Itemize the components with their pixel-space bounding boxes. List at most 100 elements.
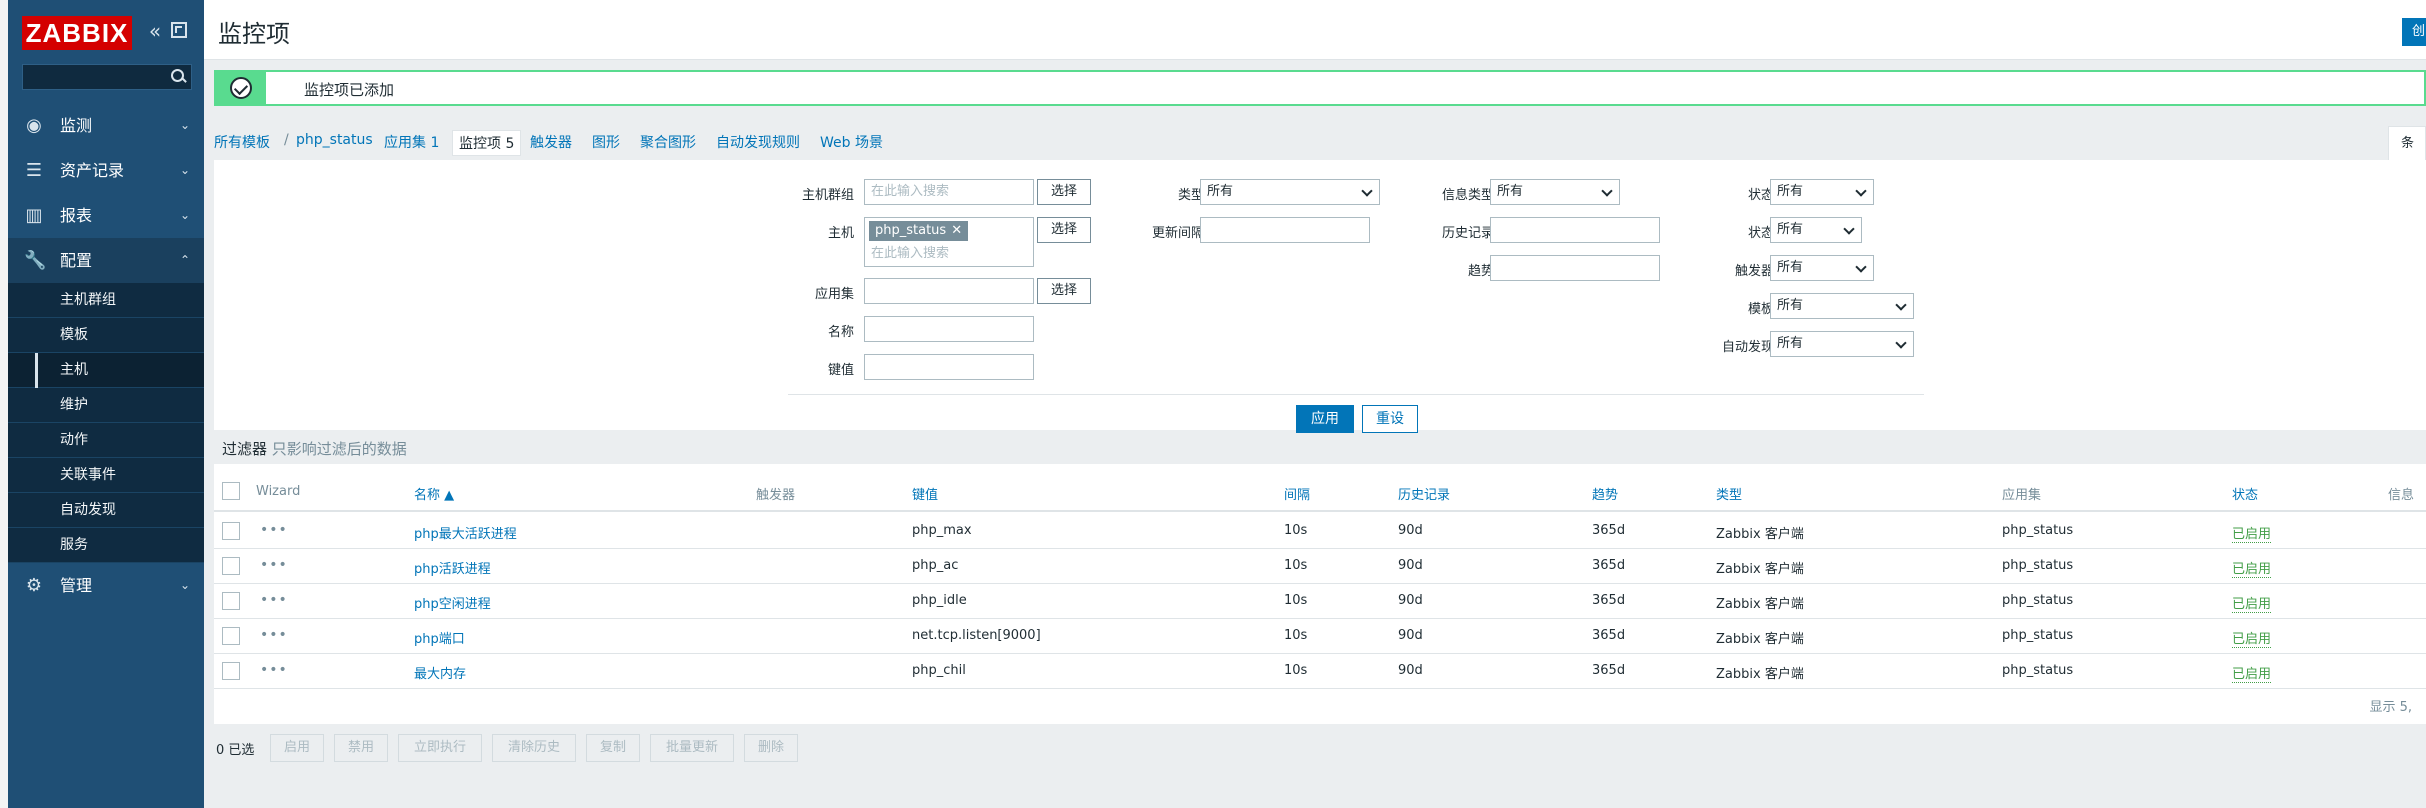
more-options-icon[interactable]: ••• <box>260 522 288 538</box>
row-checkbox[interactable] <box>222 557 240 575</box>
host-input[interactable]: php_status ✕ 在此输入搜索 <box>864 217 1034 267</box>
close-icon[interactable]: ✕ <box>951 221 962 241</box>
header-key[interactable]: 键值 <box>912 484 938 503</box>
breadcrumb-separator: / <box>284 132 289 148</box>
table-row: ••• php空闲进程 php_idle 10s 90d 365d Zabbix… <box>214 584 2426 619</box>
filter-tab[interactable]: 条件 <box>2388 126 2426 185</box>
logo-row: ZABBIX « <box>8 0 204 64</box>
host-select-button[interactable]: 选择 <box>1037 217 1091 243</box>
enable-button[interactable]: 启用 <box>270 734 324 762</box>
discovery-select[interactable]: 所有 <box>1770 331 1914 357</box>
trends-input[interactable] <box>1490 255 1660 281</box>
header-name[interactable]: 名称 ▲ <box>414 484 454 503</box>
search-icon[interactable] <box>171 69 185 83</box>
header-applications: 应用集 <box>2002 488 2042 503</box>
history-input[interactable] <box>1490 217 1660 243</box>
submenu-item-services[interactable]: 服务 <box>8 528 204 563</box>
copy-button[interactable]: 复制 <box>586 734 640 762</box>
submenu-item-maintenance[interactable]: 维护 <box>8 388 204 423</box>
header-history[interactable]: 历史记录 <box>1398 484 1450 503</box>
application-select-button[interactable]: 选择 <box>1037 278 1091 304</box>
submenu-item-templates[interactable]: 模板 <box>8 318 204 353</box>
selected-count: 0 已选 <box>216 743 255 758</box>
row-checkbox[interactable] <box>222 662 240 680</box>
item-name-link[interactable]: php最大活跃进程 <box>414 523 517 542</box>
tab-discovery-rules[interactable]: 自动发现规则 <box>716 132 800 152</box>
sidebar-search-input[interactable] <box>22 64 192 90</box>
type-select[interactable]: 所有 <box>1200 179 1380 205</box>
menu-item-reports[interactable]: ▥ 报表 ⌄ <box>8 193 204 238</box>
host-group-input[interactable]: 在此输入搜索 <box>864 179 1034 205</box>
more-options-icon[interactable]: ••• <box>260 557 288 573</box>
apply-button[interactable]: 应用 <box>1296 405 1354 433</box>
success-message: 监控项已添加 <box>214 70 2426 106</box>
submenu-item-actions[interactable]: 动作 <box>8 423 204 458</box>
item-name-link[interactable]: 最大内存 <box>414 663 466 682</box>
select-all-checkbox[interactable] <box>222 482 240 500</box>
menu-item-inventory[interactable]: ☰ 资产记录 ⌄ <box>8 148 204 193</box>
create-item-button[interactable]: 创 <box>2402 18 2426 46</box>
item-name-link[interactable]: php空闲进程 <box>414 593 491 612</box>
submenu-item-host-groups[interactable]: 主机群组 <box>8 283 204 318</box>
item-status-link[interactable]: 已启用 <box>2232 628 2272 648</box>
tab-web-scenarios[interactable]: Web 场景 <box>820 132 883 152</box>
host-group-select-button[interactable]: 选择 <box>1037 179 1091 205</box>
item-status-link[interactable]: 已启用 <box>2232 558 2272 578</box>
breadcrumb-template[interactable]: php_status <box>296 132 373 148</box>
key-input[interactable] <box>864 354 1034 380</box>
header-interval[interactable]: 间隔 <box>1284 484 1310 503</box>
tab-screens[interactable]: 聚合图形 <box>640 132 696 152</box>
tab-graphs[interactable]: 图形 <box>592 132 620 152</box>
header-type[interactable]: 类型 <box>1716 484 1742 503</box>
menu-item-configuration[interactable]: 🔧 配置 ⌃ <box>8 238 204 283</box>
reset-button[interactable]: 重设 <box>1362 405 1418 433</box>
item-name-link[interactable]: php端口 <box>414 628 465 647</box>
info-type-select[interactable]: 所有 <box>1490 179 1620 205</box>
breadcrumb-all-templates[interactable]: 所有模板 <box>214 132 270 152</box>
type-label: 类型 <box>1177 188 1204 203</box>
chevron-up-icon: ⌃ <box>179 253 190 267</box>
trends-label: 趋势 <box>1467 264 1494 279</box>
chevron-down-icon: ⌄ <box>179 578 190 592</box>
item-status-link[interactable]: 已启用 <box>2232 593 2272 613</box>
more-options-icon[interactable]: ••• <box>260 627 288 643</box>
table-footer-count: 显示 5, <box>2369 700 2412 715</box>
tab-triggers[interactable]: 触发器 <box>530 132 572 152</box>
more-options-icon[interactable]: ••• <box>260 662 288 678</box>
interval-input[interactable] <box>1200 217 1370 243</box>
item-status-link[interactable]: 已启用 <box>2232 663 2272 683</box>
menu-item-monitoring[interactable]: ◉ 监测 ⌄ <box>8 103 204 148</box>
history-label: 历史记录 <box>1441 226 1494 241</box>
breadcrumb: 所有模板 / php_status 应用集 1 监控项 5 触发器 图形 聚合图… <box>214 126 2426 160</box>
disable-button[interactable]: 禁用 <box>334 734 388 762</box>
name-input[interactable] <box>864 316 1034 342</box>
item-type: Zabbix 客户端 <box>1716 632 1804 647</box>
tab-items[interactable]: 监控项 5 <box>452 130 522 156</box>
application-input[interactable] <box>864 278 1034 304</box>
menu-item-administration[interactable]: ⚙ 管理 ⌄ <box>8 563 204 608</box>
row-checkbox[interactable] <box>222 592 240 610</box>
delete-button[interactable]: 删除 <box>744 734 798 762</box>
mass-update-button[interactable]: 批量更新 <box>650 734 734 762</box>
header-trends[interactable]: 趋势 <box>1592 484 1618 503</box>
table-row: ••• php活跃进程 php_ac 10s 90d 365d Zabbix 客… <box>214 549 2426 584</box>
template-select[interactable]: 所有 <box>1770 293 1914 319</box>
more-options-icon[interactable]: ••• <box>260 592 288 608</box>
submenu-item-discovery[interactable]: 自动发现 <box>8 493 204 528</box>
execute-now-button[interactable]: 立即执行 <box>398 734 482 762</box>
row-checkbox[interactable] <box>222 522 240 540</box>
status-select[interactable]: 所有 <box>1770 217 1862 243</box>
item-name-link[interactable]: php活跃进程 <box>414 558 491 577</box>
submenu-item-hosts[interactable]: 主机 <box>8 353 204 388</box>
zabbix-logo[interactable]: ZABBIX <box>22 16 132 50</box>
header-status[interactable]: 状态 <box>2232 484 2258 503</box>
tab-applications[interactable]: 应用集 1 <box>384 132 439 152</box>
submenu-item-event-correlation[interactable]: 关联事件 <box>8 458 204 493</box>
clear-history-button[interactable]: 清除历史 <box>492 734 576 762</box>
triggers-select[interactable]: 所有 <box>1770 255 1874 281</box>
state-select[interactable]: 所有 <box>1770 179 1874 205</box>
row-checkbox[interactable] <box>222 627 240 645</box>
kiosk-mode-icon[interactable] <box>171 22 187 38</box>
item-status-link[interactable]: 已启用 <box>2232 523 2272 543</box>
collapse-sidebar-icon[interactable]: « <box>144 20 166 42</box>
